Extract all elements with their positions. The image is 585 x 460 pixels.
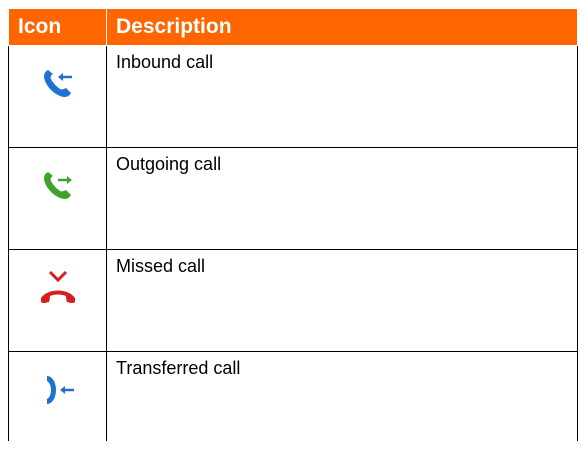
table-row-missed: Missed call xyxy=(8,249,578,352)
icon-cell xyxy=(8,147,107,250)
call-icons-table: Icon Description Inbound call Outgoing c… xyxy=(8,8,578,441)
inbound-call-icon xyxy=(38,64,78,104)
outgoing-call-icon xyxy=(38,166,78,206)
description-cell: Missed call xyxy=(106,249,578,352)
icon-cell xyxy=(8,249,107,352)
icon-cell xyxy=(8,45,107,148)
table-row-transferred: Transferred call xyxy=(8,351,578,441)
table-row-inbound: Inbound call xyxy=(8,45,578,148)
column-header-description: Description xyxy=(106,8,578,46)
column-header-icon: Icon xyxy=(8,8,107,46)
icon-cell xyxy=(8,351,107,441)
description-cell: Outgoing call xyxy=(106,147,578,250)
missed-call-icon xyxy=(38,268,78,308)
transferred-call-icon xyxy=(38,370,78,410)
description-cell: Inbound call xyxy=(106,45,578,148)
table-header-row: Icon Description xyxy=(8,8,578,46)
table-row-outgoing: Outgoing call xyxy=(8,147,578,250)
description-cell: Transferred call xyxy=(106,351,578,441)
